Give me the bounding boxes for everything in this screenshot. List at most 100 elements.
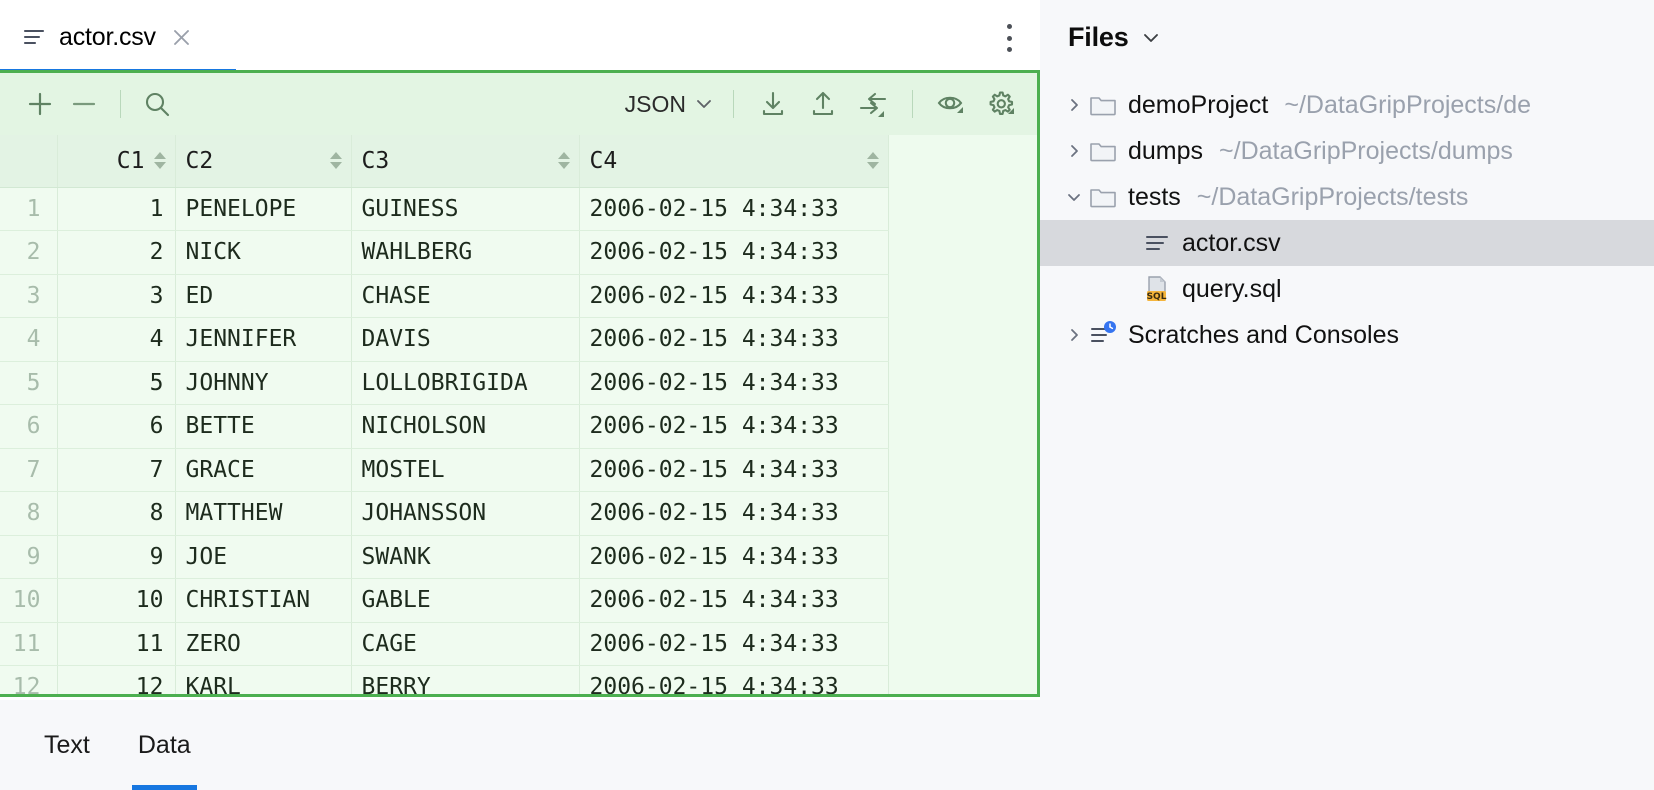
- table-row[interactable]: 6 6 BETTE NICHOLSON 2006-02-15 4:34:33: [0, 405, 888, 449]
- transpose-arrows-icon[interactable]: [848, 82, 898, 126]
- cell-c3[interactable]: GABLE: [351, 579, 579, 623]
- cell-c2[interactable]: JOE: [175, 535, 351, 579]
- cell-c3[interactable]: MOSTEL: [351, 448, 579, 492]
- table-row[interactable]: 1 1 PENELOPE GUINESS 2006-02-15 4:34:33: [0, 187, 888, 231]
- add-row-button[interactable]: [18, 82, 62, 126]
- cell-c4[interactable]: 2006-02-15 4:34:33: [579, 622, 888, 666]
- cell-c1[interactable]: 2: [57, 231, 175, 275]
- cell-c2[interactable]: JOHNNY: [175, 361, 351, 405]
- sort-arrows-icon[interactable]: [330, 150, 342, 172]
- table-row[interactable]: 8 8 MATTHEW JOHANSSON 2006-02-15 4:34:33: [0, 492, 888, 536]
- table-row[interactable]: 4 4 JENNIFER DAVIS 2006-02-15 4:34:33: [0, 318, 888, 362]
- cell-c4[interactable]: 2006-02-15 4:34:33: [579, 405, 888, 449]
- column-header-c1[interactable]: C1: [57, 135, 175, 187]
- column-header-c3[interactable]: C3: [351, 135, 579, 187]
- cell-c2[interactable]: NICK: [175, 231, 351, 275]
- cell-c3[interactable]: NICHOLSON: [351, 405, 579, 449]
- cell-c1[interactable]: 10: [57, 579, 175, 623]
- close-icon[interactable]: [172, 28, 191, 47]
- column-header-c4[interactable]: C4: [579, 135, 888, 187]
- cell-c4[interactable]: 2006-02-15 4:34:33: [579, 535, 888, 579]
- cell-c1[interactable]: 11: [57, 622, 175, 666]
- row-number: 6: [0, 405, 57, 449]
- scratches-icon: [1088, 320, 1118, 350]
- column-header-c2[interactable]: C2: [175, 135, 351, 187]
- chevron-right-icon[interactable]: [1060, 96, 1088, 114]
- data-format-dropdown[interactable]: JSON: [619, 91, 719, 118]
- tab-text[interactable]: Text: [38, 700, 96, 790]
- grid-toolbar: JSON: [0, 73, 1037, 135]
- editor-tab-actor-csv[interactable]: actor.csv: [0, 0, 236, 74]
- cell-c3[interactable]: GUINESS: [351, 187, 579, 231]
- cell-c3[interactable]: CAGE: [351, 622, 579, 666]
- cell-c2[interactable]: MATTHEW: [175, 492, 351, 536]
- file-tree-item[interactable]: tests~/DataGripProjects/tests: [1040, 174, 1654, 220]
- cell-c3[interactable]: JOHANSSON: [351, 492, 579, 536]
- chevron-down-icon[interactable]: [1141, 27, 1161, 47]
- cell-c1[interactable]: 6: [57, 405, 175, 449]
- cell-c1[interactable]: 4: [57, 318, 175, 362]
- row-number: 10: [0, 579, 57, 623]
- cell-c1[interactable]: 7: [57, 448, 175, 492]
- table-row[interactable]: 9 9 JOE SWANK 2006-02-15 4:34:33: [0, 535, 888, 579]
- file-tree-item[interactable]: actor.csv: [1040, 220, 1654, 266]
- cell-c2[interactable]: CHRISTIAN: [175, 579, 351, 623]
- cell-c3[interactable]: BERRY: [351, 666, 579, 695]
- cell-c2[interactable]: BETTE: [175, 405, 351, 449]
- files-panel-header[interactable]: Files: [1040, 0, 1654, 74]
- chevron-down-icon[interactable]: [1060, 188, 1088, 206]
- file-tree-item[interactable]: SQLquery.sql: [1040, 266, 1654, 312]
- cell-c3[interactable]: CHASE: [351, 274, 579, 318]
- cell-c1[interactable]: 1: [57, 187, 175, 231]
- sort-arrows-icon[interactable]: [154, 150, 166, 172]
- cell-c2[interactable]: GRACE: [175, 448, 351, 492]
- cell-c3[interactable]: LOLLOBRIGIDA: [351, 361, 579, 405]
- cell-c2[interactable]: KARL: [175, 666, 351, 695]
- cell-c2[interactable]: ZERO: [175, 622, 351, 666]
- chevron-right-icon[interactable]: [1060, 142, 1088, 160]
- table-row[interactable]: 12 12 KARL BERRY 2006-02-15 4:34:33: [0, 666, 888, 695]
- gear-icon[interactable]: [977, 82, 1027, 126]
- tab-data[interactable]: Data: [132, 700, 197, 790]
- cell-c1[interactable]: 3: [57, 274, 175, 318]
- more-vertical-icon[interactable]: [1005, 24, 1013, 52]
- table-row[interactable]: 7 7 GRACE MOSTEL 2006-02-15 4:34:33: [0, 448, 888, 492]
- cell-c2[interactable]: JENNIFER: [175, 318, 351, 362]
- cell-c4[interactable]: 2006-02-15 4:34:33: [579, 274, 888, 318]
- table-row[interactable]: 5 5 JOHNNY LOLLOBRIGIDA 2006-02-15 4:34:…: [0, 361, 888, 405]
- cell-c2[interactable]: ED: [175, 274, 351, 318]
- eye-icon[interactable]: [927, 82, 977, 126]
- cell-c4[interactable]: 2006-02-15 4:34:33: [579, 448, 888, 492]
- cell-c3[interactable]: WAHLBERG: [351, 231, 579, 275]
- data-grid[interactable]: C1 C2 C3 C4: [0, 135, 1037, 694]
- file-tree-item[interactable]: demoProject~/DataGripProjects/de: [1040, 82, 1654, 128]
- cell-c4[interactable]: 2006-02-15 4:34:33: [579, 231, 888, 275]
- sort-arrows-icon[interactable]: [558, 150, 570, 172]
- download-icon[interactable]: [748, 82, 798, 126]
- cell-c1[interactable]: 5: [57, 361, 175, 405]
- row-number: 2: [0, 231, 57, 275]
- search-icon[interactable]: [135, 82, 179, 126]
- cell-c4[interactable]: 2006-02-15 4:34:33: [579, 492, 888, 536]
- cell-c1[interactable]: 12: [57, 666, 175, 695]
- remove-row-button[interactable]: [62, 82, 106, 126]
- table-row[interactable]: 3 3 ED CHASE 2006-02-15 4:34:33: [0, 274, 888, 318]
- cell-c1[interactable]: 8: [57, 492, 175, 536]
- table-row[interactable]: 11 11 ZERO CAGE 2006-02-15 4:34:33: [0, 622, 888, 666]
- file-tree-item[interactable]: dumps~/DataGripProjects/dumps: [1040, 128, 1654, 174]
- cell-c3[interactable]: SWANK: [351, 535, 579, 579]
- cell-c1[interactable]: 9: [57, 535, 175, 579]
- cell-c4[interactable]: 2006-02-15 4:34:33: [579, 318, 888, 362]
- sort-arrows-icon[interactable]: [867, 150, 879, 172]
- cell-c3[interactable]: DAVIS: [351, 318, 579, 362]
- cell-c4[interactable]: 2006-02-15 4:34:33: [579, 361, 888, 405]
- table-row[interactable]: 2 2 NICK WAHLBERG 2006-02-15 4:34:33: [0, 231, 888, 275]
- file-tree-item[interactable]: Scratches and Consoles: [1040, 312, 1654, 358]
- cell-c2[interactable]: PENELOPE: [175, 187, 351, 231]
- upload-icon[interactable]: [798, 82, 848, 126]
- chevron-right-icon[interactable]: [1060, 326, 1088, 344]
- cell-c4[interactable]: 2006-02-15 4:34:33: [579, 666, 888, 695]
- cell-c4[interactable]: 2006-02-15 4:34:33: [579, 579, 888, 623]
- table-row[interactable]: 10 10 CHRISTIAN GABLE 2006-02-15 4:34:33: [0, 579, 888, 623]
- cell-c4[interactable]: 2006-02-15 4:34:33: [579, 187, 888, 231]
